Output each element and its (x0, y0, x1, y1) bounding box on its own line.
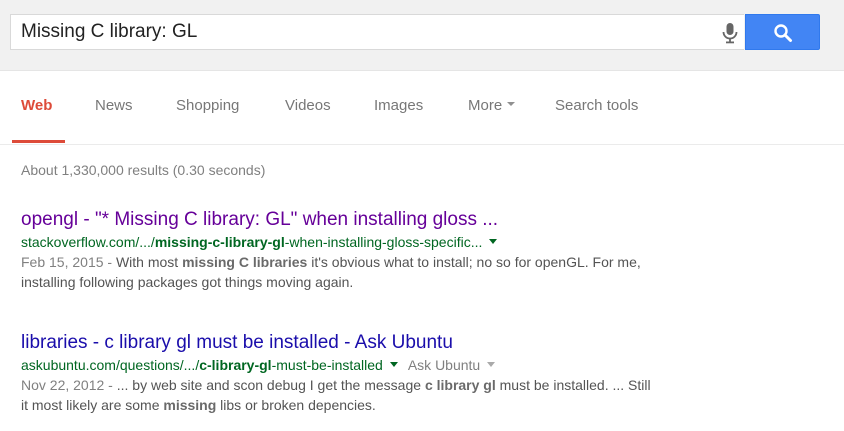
result-url-text[interactable]: askubuntu.com/questions/.../c-library-gl… (21, 357, 383, 373)
url-part-bold: missing-c-library-gl (154, 234, 285, 250)
site-name-link[interactable]: Ask Ubuntu (408, 357, 480, 373)
active-tab-indicator (12, 140, 65, 143)
tab-videos[interactable]: Videos (285, 97, 331, 114)
url-part: askubuntu.com/questions/.../ (21, 357, 200, 373)
result-snippet: Feb 15, 2015 - With most missing C libra… (21, 252, 661, 292)
search-result: opengl - "* Missing C library: GL" when … (21, 208, 821, 292)
url-options-caret-icon[interactable] (389, 361, 398, 367)
url-part: stackoverflow.com/.../ (21, 234, 155, 250)
result-date: Feb 15, 2015 - (21, 254, 116, 270)
search-tabs: Web News Shopping Videos Images More Sea… (0, 70, 844, 145)
tab-search-tools[interactable]: Search tools (555, 97, 638, 114)
chevron-down-icon (507, 102, 516, 107)
search-input[interactable] (21, 15, 711, 49)
snippet-keyword: missing C libraries (182, 254, 308, 270)
tab-more[interactable]: More (468, 97, 516, 114)
snippet-text: ... by web site and scon debug I get the… (116, 377, 425, 393)
site-options-caret-icon[interactable] (487, 361, 496, 367)
tab-news[interactable]: News (95, 97, 133, 114)
url-part: -when-installing-gloss-specific... (284, 234, 483, 250)
result-url: askubuntu.com/questions/.../c-library-gl… (21, 355, 821, 375)
snippet-keyword: missing (163, 397, 217, 413)
microphone-icon[interactable] (718, 21, 742, 45)
result-title-link[interactable]: libraries - c library gl must be install… (21, 331, 821, 355)
result-url-text[interactable]: stackoverflow.com/.../missing-c-library-… (21, 234, 482, 250)
search-icon (774, 24, 792, 42)
search-header (0, 0, 844, 71)
tab-web[interactable]: Web (21, 97, 52, 114)
snippet-text: libs or broken depencies. (216, 397, 376, 413)
result-date: Nov 22, 2012 - (21, 377, 117, 393)
url-options-caret-icon[interactable] (489, 238, 498, 244)
url-part: -must-be-installed (271, 357, 383, 373)
search-result: libraries - c library gl must be install… (21, 331, 821, 415)
result-stats: About 1,330,000 results (0.30 seconds) (21, 162, 266, 178)
search-box[interactable] (10, 14, 744, 50)
tab-shopping[interactable]: Shopping (176, 97, 239, 114)
snippet-keyword: c library gl (424, 377, 496, 393)
url-part-bold: c-library-gl (199, 357, 272, 373)
result-title-link[interactable]: opengl - "* Missing C library: GL" when … (21, 208, 821, 232)
result-url: stackoverflow.com/.../missing-c-library-… (21, 232, 821, 252)
search-button[interactable] (745, 14, 820, 50)
snippet-text: With most (115, 254, 183, 270)
tab-images[interactable]: Images (374, 97, 423, 114)
result-snippet: Nov 22, 2012 - ... by web site and scon … (21, 375, 661, 415)
tab-more-label: More (468, 97, 503, 114)
